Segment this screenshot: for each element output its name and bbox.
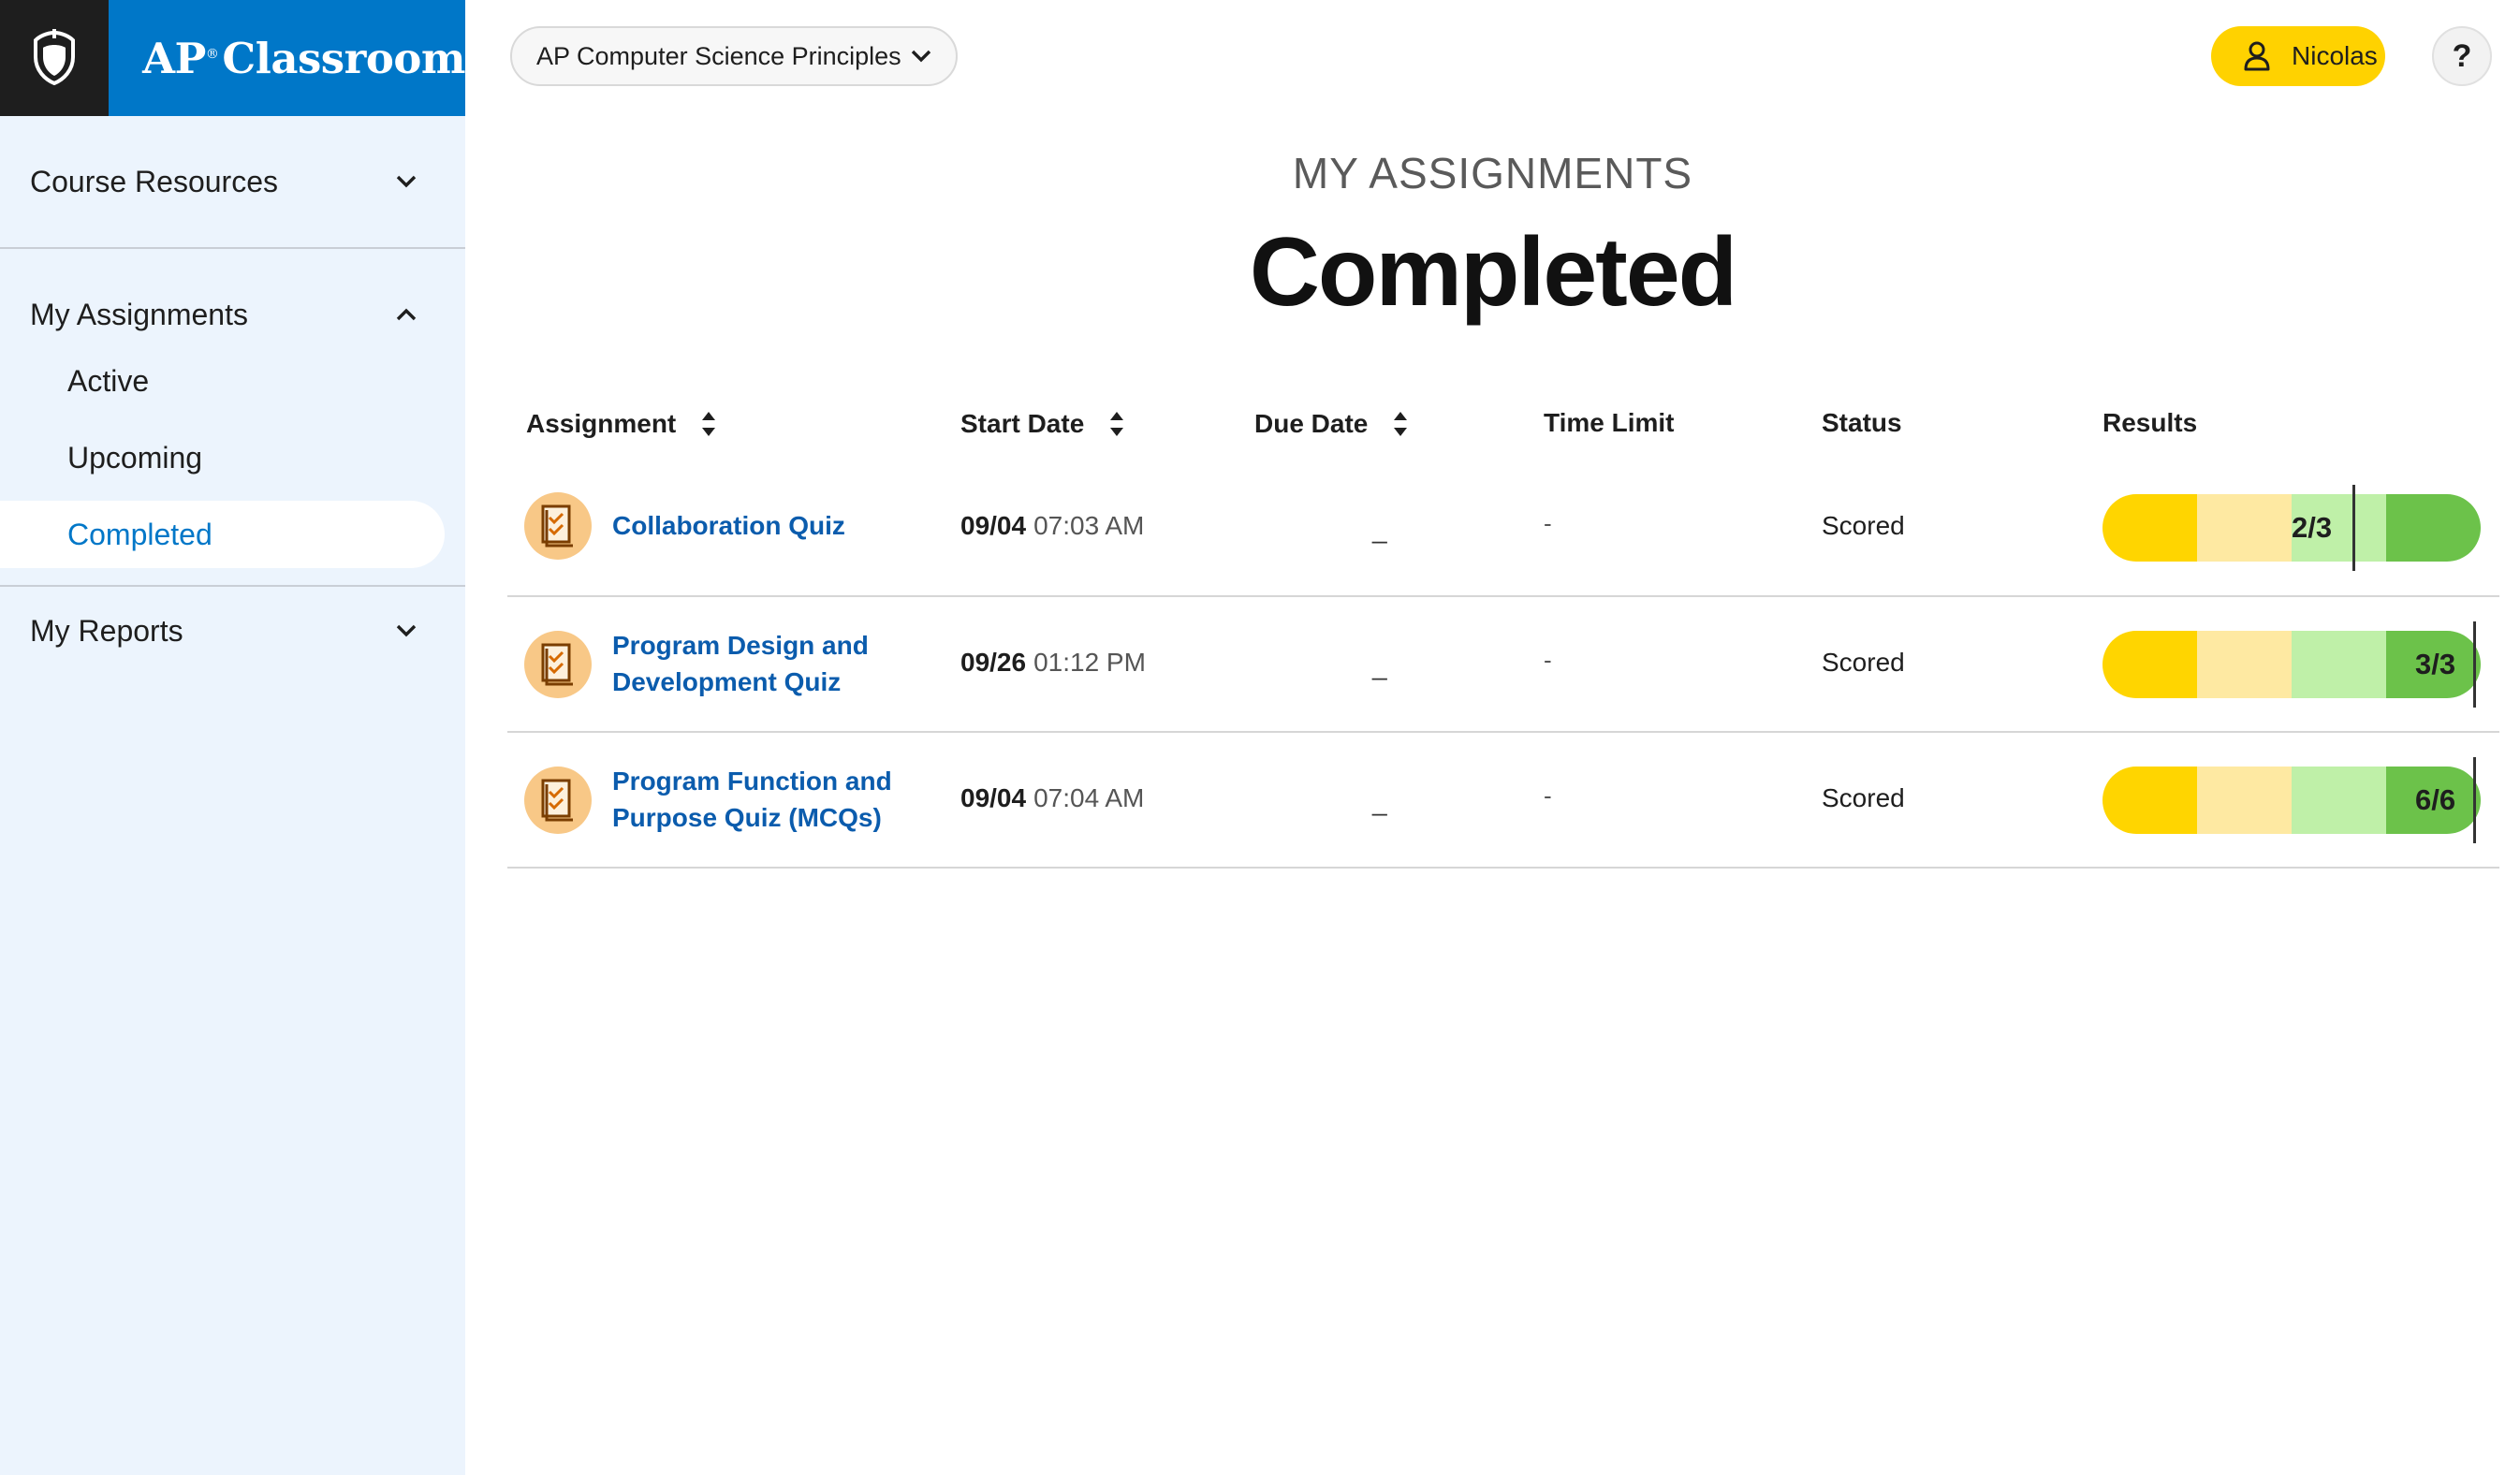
chevron-up-icon <box>396 308 417 321</box>
start-date: 09/04 07:04 AM <box>960 783 1145 812</box>
result-score: 3/3 <box>2415 648 2456 680</box>
assignment-link[interactable]: Program Function and Purpose Quiz (MCQs) <box>612 763 930 836</box>
column-header-status: Status <box>1822 408 1902 438</box>
nav-course-resources[interactable]: Course Resources <box>0 116 465 247</box>
page-title: Completed <box>1249 218 1737 327</box>
nav-section-label: Course Resources <box>30 164 278 198</box>
column-label: Results <box>2102 408 2198 437</box>
column-header-start-date[interactable]: Start Date <box>960 408 1125 440</box>
column-header-results: Results <box>2102 408 2197 438</box>
column-label: Due Date <box>1254 409 1369 438</box>
nav-assignments-submenu: Active Upcoming Completed <box>0 343 465 585</box>
brand-name: AP ® Classroom <box>109 0 465 116</box>
status-text: Scored <box>1822 511 1905 540</box>
time-limit: - <box>1544 781 1552 810</box>
user-menu-button[interactable]: Nicolas <box>2211 26 2385 86</box>
acorn-shield-icon <box>0 0 110 116</box>
due-date: _ <box>1372 515 1387 544</box>
start-date: 09/04 07:03 AM <box>960 511 1145 540</box>
user-icon <box>2244 41 2270 71</box>
chevron-down-icon <box>396 175 417 188</box>
course-selector[interactable]: AP Computer Science Principles <box>510 26 958 86</box>
nav-item-label: Completed <box>67 517 212 551</box>
column-header-assignment[interactable]: Assignment <box>526 408 717 440</box>
assignment-link[interactable]: Program Design and Development Quiz <box>612 627 930 700</box>
assignment-checklist-icon <box>524 631 592 698</box>
table-header: Assignment Start Date Due Date Time Limi… <box>507 391 2499 459</box>
table-row: Program Function and Purpose Quiz (MCQs) … <box>507 733 2499 869</box>
status-text: Scored <box>1822 648 1905 677</box>
column-label: Start Date <box>960 409 1085 438</box>
start-date: 09/26 01:12 PM <box>960 648 1146 677</box>
column-label: Status <box>1822 408 1902 437</box>
nav-section-label: My Assignments <box>30 297 248 331</box>
sort-icon <box>1110 412 1124 436</box>
column-header-time-limit: Time Limit <box>1544 408 1675 438</box>
column-label: Time Limit <box>1544 408 1675 437</box>
sort-icon <box>1394 412 1408 436</box>
time-limit: - <box>1544 646 1552 674</box>
assignment-checklist-icon <box>524 767 592 834</box>
score-marker <box>2352 485 2355 571</box>
sidebar-nav: Course Resources My Assignments Active U… <box>0 116 465 675</box>
sidebar: AP ® Classroom Course Resources My Assignm… <box>0 0 465 1475</box>
course-name: AP Computer Science Principles <box>536 41 901 70</box>
nav-section-label: My Reports <box>30 613 183 648</box>
time-limit: - <box>1544 509 1552 537</box>
nav-item-active[interactable]: Active <box>0 343 465 419</box>
nav-item-label: Active <box>67 363 150 398</box>
nav-my-reports[interactable]: My Reports <box>0 587 465 675</box>
user-name: Nicolas <box>2292 41 2378 70</box>
assignment-checklist-icon <box>524 492 592 560</box>
help-button[interactable]: ? <box>2432 26 2492 86</box>
chevron-down-icon <box>911 50 931 63</box>
chevron-down-icon <box>396 624 417 637</box>
assignments-table: Assignment Start Date Due Date Time Limi… <box>507 391 2499 869</box>
page-kicker: MY ASSIGNMENTS <box>1292 149 1693 197</box>
due-date: _ <box>1372 787 1387 816</box>
table-row: Collaboration Quiz 09/04 07:03 AM _ - Sco… <box>507 459 2499 597</box>
sort-icon <box>702 412 716 436</box>
status-text: Scored <box>1822 783 1905 812</box>
nav-item-label: Upcoming <box>67 440 203 475</box>
score-marker <box>2473 757 2476 843</box>
result-score: 2/3 <box>2292 511 2333 544</box>
nav-item-completed[interactable]: Completed <box>0 501 445 568</box>
assignment-link[interactable]: Collaboration Quiz <box>612 507 930 544</box>
column-header-due-date[interactable]: Due Date <box>1254 408 1409 440</box>
due-date: _ <box>1372 651 1387 680</box>
result-score: 6/6 <box>2415 783 2456 816</box>
table-row: Program Design and Development Quiz 09/26… <box>507 597 2499 733</box>
column-label: Assignment <box>526 409 677 438</box>
brand-header[interactable]: AP ® Classroom <box>0 0 465 116</box>
score-marker <box>2473 621 2476 708</box>
help-icon: ? <box>2452 37 2472 74</box>
nav-item-upcoming[interactable]: Upcoming <box>0 419 465 496</box>
